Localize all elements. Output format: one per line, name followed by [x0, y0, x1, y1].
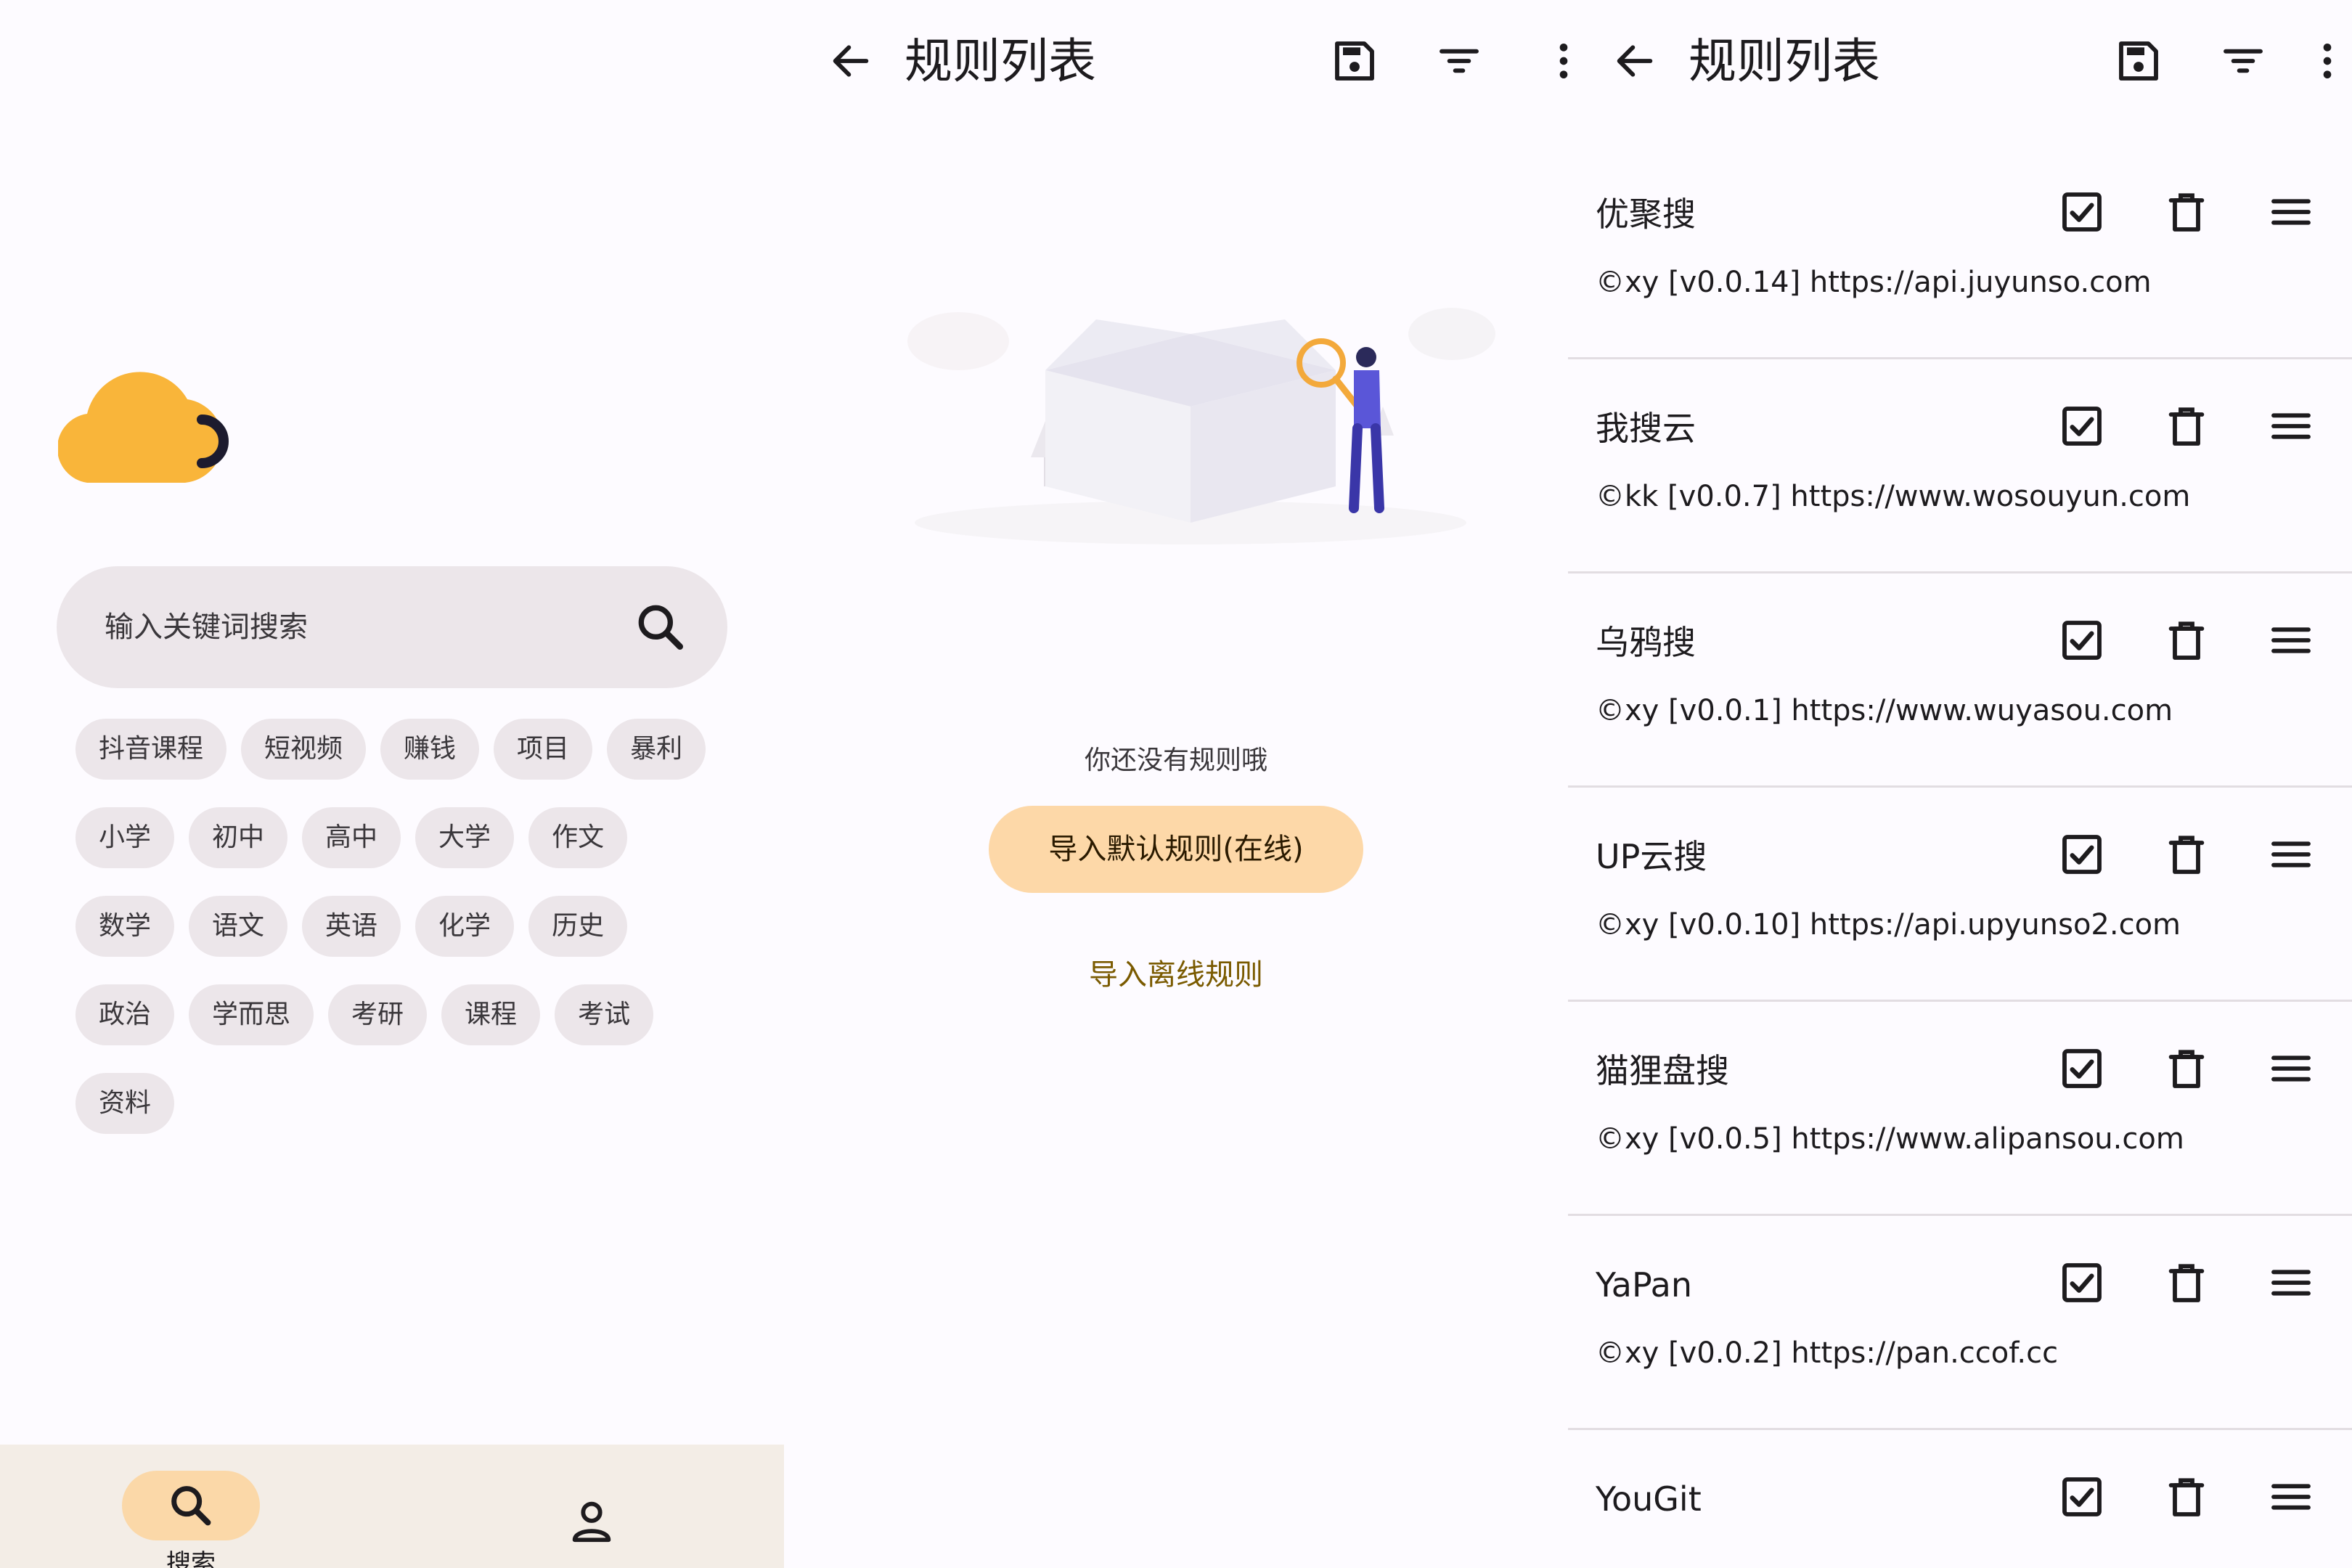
page-title: 规则列表 [1689, 33, 1880, 89]
suggestion-chip[interactable]: 学而思 [189, 984, 314, 1045]
checkbox-checked-icon[interactable] [2053, 1468, 2111, 1526]
rule-meta: ©xy [v0.0.2] https://pan.ccof.cc [1596, 1336, 2059, 1370]
rule-item[interactable]: 优聚搜 ©xy [v0.0.14] https://api.juyunso.co… [1568, 145, 2352, 359]
search-icon [166, 1480, 216, 1531]
checkbox-checked-icon[interactable] [2053, 825, 2111, 883]
drag-handle-icon[interactable] [2262, 1468, 2320, 1526]
arrow-back-icon[interactable] [1606, 32, 1664, 90]
drag-handle-icon[interactable] [2262, 1254, 2320, 1312]
bottom-navigation: 搜索 [0, 1445, 784, 1568]
import-default-rules-button[interactable]: 导入默认规则(在线) [989, 806, 1363, 893]
delete-icon[interactable] [2157, 611, 2216, 669]
rule-name: 我搜云 [1596, 409, 1696, 448]
suggestion-chip[interactable]: 考试 [555, 984, 654, 1045]
delete-icon[interactable] [2157, 183, 2216, 241]
rule-name: UP云搜 [1596, 837, 1707, 876]
rule-meta: ©kk [v0.0.7] https://www.wosouyun.com [1596, 480, 2191, 513]
suggestion-chip[interactable]: 项目 [494, 719, 593, 780]
rule-name: 优聚搜 [1596, 195, 1696, 234]
nav-item-profile[interactable] [472, 1445, 719, 1568]
empty-state-text: 你还没有规则哦 [1084, 746, 1267, 775]
suggestion-chip[interactable]: 作文 [528, 807, 628, 868]
search-bar[interactable]: 输入关键词搜索 [57, 566, 727, 688]
checkbox-checked-icon[interactable] [2053, 1040, 2111, 1098]
suggestion-chip[interactable]: 考研 [328, 984, 428, 1045]
more-vert-icon[interactable] [1535, 32, 1568, 90]
checkbox-checked-icon[interactable] [2053, 1254, 2111, 1312]
drag-handle-icon[interactable] [2262, 397, 2320, 455]
rule-item[interactable]: YaPan ©xy [v0.0.2] https://pan.ccof.cc [1568, 1216, 2352, 1430]
page-title: 规则列表 [905, 33, 1096, 89]
rule-list: 优聚搜 ©xy [v0.0.14] https://api.juyunso.co… [1568, 145, 2352, 1568]
suggestion-chip[interactable]: 语文 [189, 896, 288, 957]
person-icon [566, 1495, 617, 1546]
suggestion-chip[interactable]: 抖音课程 [75, 719, 227, 780]
chip-row: 小学 初中 高中 大学 作文 [75, 807, 729, 868]
suggestion-chips: 抖音课程 短视频 赚钱 项目 暴利 小学 初中 高中 大学 作文 数学 语文 英… [75, 719, 729, 1161]
suggestion-chip[interactable]: 资料 [75, 1073, 175, 1134]
empty-state-illustration [878, 276, 1503, 552]
drag-handle-icon[interactable] [2262, 1040, 2320, 1098]
rule-name: 猫狸盘搜 [1596, 1051, 1729, 1090]
home-screen: 输入关键词搜索 抖音课程 短视频 赚钱 项目 暴利 小学 初中 高中 大学 作文… [0, 0, 784, 1568]
delete-icon[interactable] [2157, 1468, 2216, 1526]
suggestion-chip[interactable]: 数学 [75, 896, 175, 957]
drag-handle-icon[interactable] [2262, 825, 2320, 883]
chip-row: 政治 学而思 考研 课程 考试 [75, 984, 729, 1045]
more-vert-icon[interactable] [2298, 32, 2352, 90]
checkbox-checked-icon[interactable] [2053, 397, 2111, 455]
import-offline-rules-button[interactable]: 导入离线规则 [784, 951, 1568, 993]
suggestion-chip[interactable]: 短视频 [241, 719, 367, 780]
rule-meta: ©xy [v0.0.10] https://api.upyunso2.com [1596, 908, 2181, 942]
suggestion-chip[interactable]: 化学 [415, 896, 515, 957]
suggestion-chip[interactable]: 历史 [528, 896, 628, 957]
rule-meta: ©xy [v0.0.14] https://api.juyunso.com [1596, 266, 2152, 299]
delete-icon[interactable] [2157, 397, 2216, 455]
suggestion-chip[interactable]: 赚钱 [380, 719, 480, 780]
rule-name: YaPan [1596, 1265, 1692, 1304]
chip-row: 资料 [75, 1073, 729, 1134]
rule-item[interactable]: UP云搜 ©xy [v0.0.10] https://api.upyunso2.… [1568, 788, 2352, 1002]
rules-empty-screen: 规则列表 你还没有规则哦 导入默认规则(在线) 导入离线规则 [784, 0, 1568, 1568]
suggestion-chip[interactable]: 初中 [189, 807, 288, 868]
delete-icon[interactable] [2157, 825, 2216, 883]
app-bar: 规则列表 [784, 0, 1568, 123]
suggestion-chip[interactable]: 英语 [302, 896, 401, 957]
arrow-back-icon[interactable] [822, 32, 880, 90]
drag-handle-icon[interactable] [2262, 611, 2320, 669]
rule-meta: ©xy [v0.0.1] https://www.wuyasou.com [1596, 694, 2173, 727]
suggestion-chip[interactable]: 高中 [302, 807, 401, 868]
checkbox-checked-icon[interactable] [2053, 183, 2111, 241]
checkbox-checked-icon[interactable] [2053, 611, 2111, 669]
suggestion-chip[interactable]: 政治 [75, 984, 175, 1045]
rule-name: YouGit [1596, 1479, 1702, 1519]
save-icon[interactable] [1326, 32, 1384, 90]
app-bar: 规则列表 [1568, 0, 2352, 123]
suggestion-chip[interactable]: 小学 [75, 807, 175, 868]
chip-row: 抖音课程 短视频 赚钱 项目 暴利 [75, 719, 729, 780]
chip-row: 数学 语文 英语 化学 历史 [75, 896, 729, 957]
filter-icon[interactable] [2214, 32, 2272, 90]
delete-icon[interactable] [2157, 1040, 2216, 1098]
rule-item[interactable]: YouGit [1568, 1430, 2352, 1568]
suggestion-chip[interactable]: 大学 [415, 807, 515, 868]
rule-name: 乌鸦搜 [1596, 623, 1696, 662]
rule-meta: ©xy [v0.0.5] https://www.alipansou.com [1596, 1122, 2184, 1156]
nav-label-search: 搜索 [166, 1549, 216, 1568]
suggestion-chip[interactable]: 课程 [441, 984, 541, 1045]
rules-list-screen: 规则列表 优聚搜 ©xy [v0.0.14] https://api.juyun… [1568, 0, 2352, 1568]
save-icon[interactable] [2110, 32, 2168, 90]
app-logo [57, 334, 247, 494]
nav-item-search[interactable]: 搜索 [65, 1445, 312, 1568]
search-icon[interactable] [632, 598, 690, 656]
rule-item[interactable]: 我搜云 ©kk [v0.0.7] https://www.wosouyun.co… [1568, 359, 2352, 573]
drag-handle-icon[interactable] [2262, 183, 2320, 241]
rule-item[interactable]: 乌鸦搜 ©xy [v0.0.1] https://www.wuyasou.com [1568, 573, 2352, 788]
delete-icon[interactable] [2157, 1254, 2216, 1312]
rule-item[interactable]: 猫狸盘搜 ©xy [v0.0.5] https://www.alipansou.… [1568, 1002, 2352, 1216]
filter-icon[interactable] [1430, 32, 1488, 90]
suggestion-chip[interactable]: 暴利 [607, 719, 706, 780]
search-input[interactable]: 输入关键词搜索 [105, 566, 308, 688]
